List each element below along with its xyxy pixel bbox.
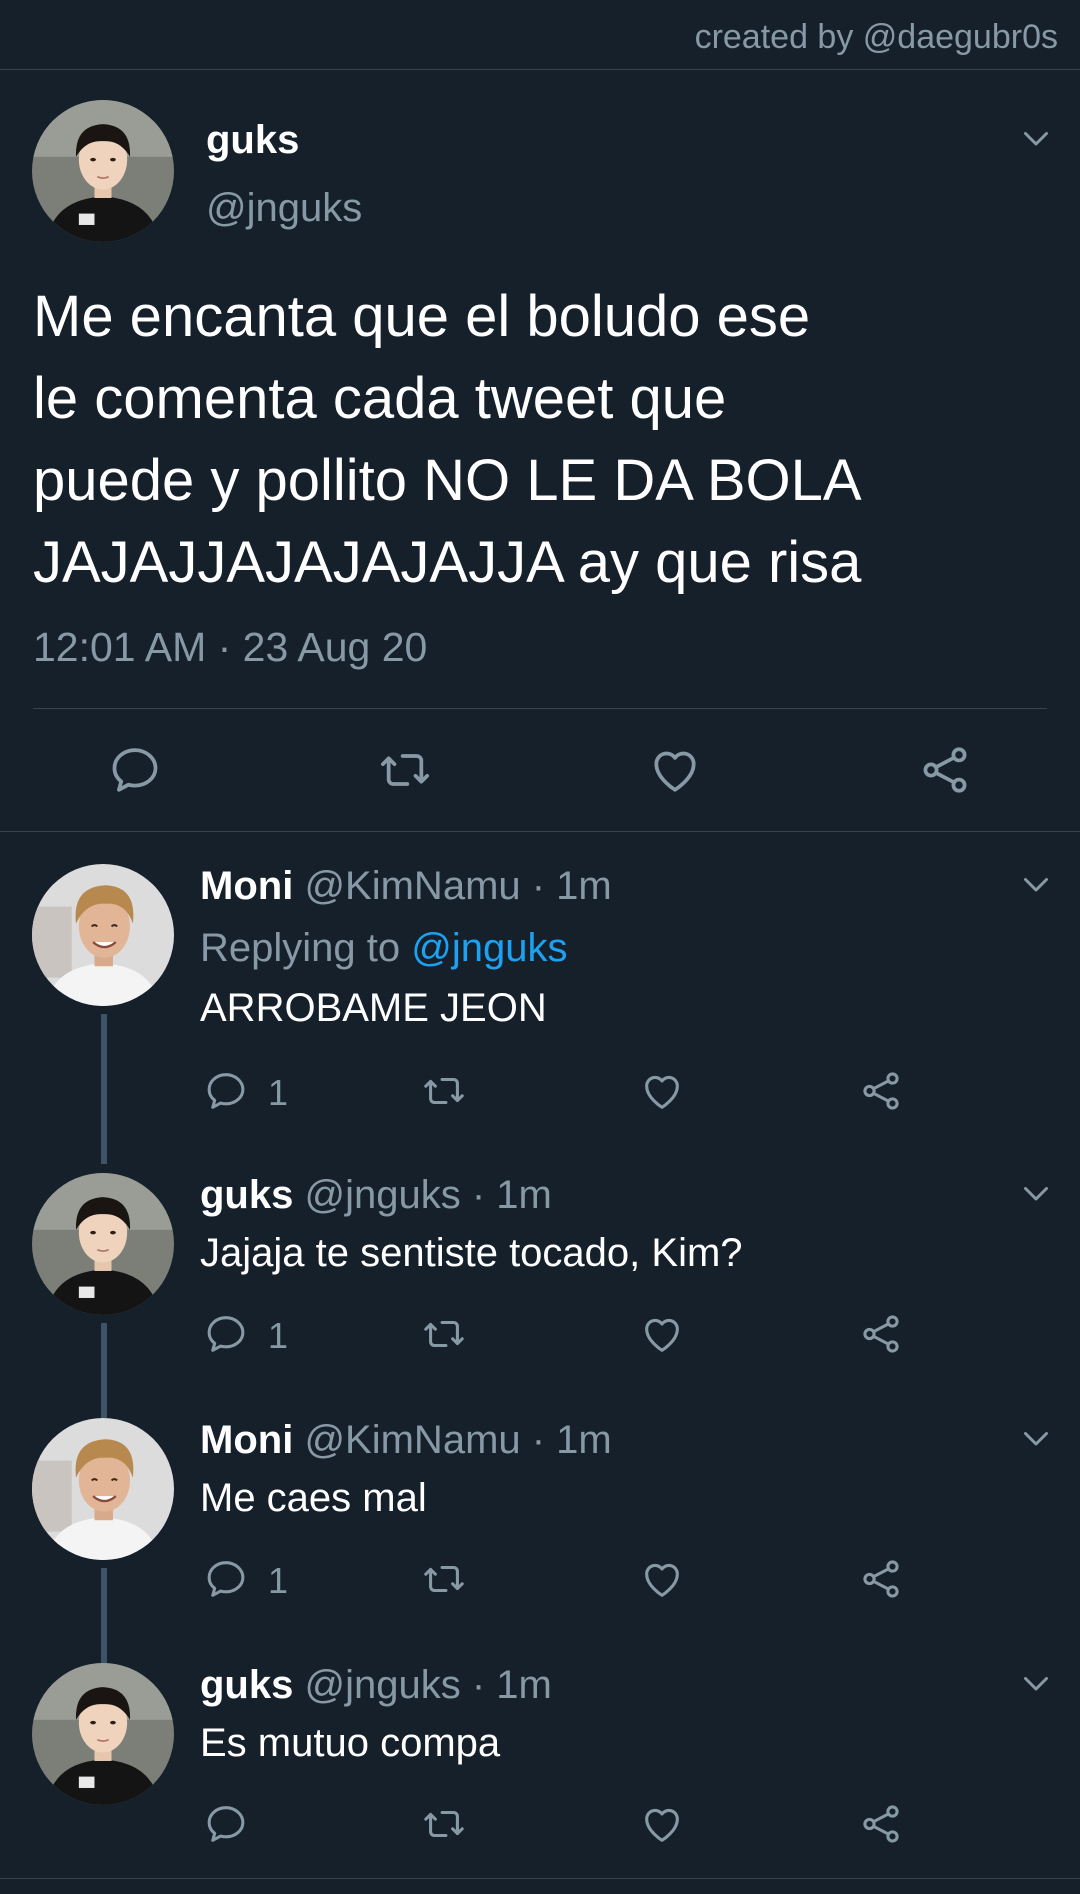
replying-label: Replying to bbox=[200, 926, 401, 970]
reply-actions: 1 bbox=[0, 1068, 1080, 1118]
author-meta: @jnguks · 1m bbox=[304, 1173, 552, 1217]
credit-bar: created by @daegubr0s bbox=[0, 0, 1080, 70]
reply-text: ARROBAME JEON bbox=[200, 986, 547, 1030]
author-name[interactable]: Moni bbox=[200, 1418, 293, 1462]
replying-handle-link[interactable]: @jnguks bbox=[411, 926, 567, 970]
share-icon[interactable] bbox=[917, 742, 973, 798]
reply-header: Moni @KimNamu · 1m bbox=[200, 864, 612, 909]
reply-tweet[interactable]: guks @jnguks · 1m Jajaja te sentiste toc… bbox=[0, 1173, 1080, 1418]
reply-actions: 1 bbox=[0, 1311, 1080, 1361]
tweet-text: Me encanta que el boludo ese le comenta … bbox=[33, 284, 862, 595]
reply-actions: 1 bbox=[0, 1556, 1080, 1606]
credit-text: created by @daegubr0s bbox=[694, 18, 1058, 56]
chevron-down-icon[interactable] bbox=[1018, 1420, 1054, 1456]
author-name[interactable]: Moni bbox=[200, 864, 293, 908]
share-icon[interactable] bbox=[858, 1556, 904, 1602]
chevron-down-icon[interactable] bbox=[1018, 120, 1054, 156]
retweet-icon[interactable] bbox=[377, 742, 433, 798]
avatar[interactable] bbox=[32, 1663, 174, 1805]
author-meta: @KimNamu · 1m bbox=[304, 864, 612, 908]
author-name[interactable]: guks bbox=[206, 118, 299, 163]
reply-header: guks @jnguks · 1m bbox=[200, 1663, 552, 1708]
retweet-icon[interactable] bbox=[421, 1311, 467, 1357]
like-icon[interactable] bbox=[647, 742, 703, 798]
chevron-down-icon[interactable] bbox=[1018, 866, 1054, 902]
tweet-actions bbox=[0, 742, 1080, 812]
reply-icon[interactable] bbox=[107, 742, 163, 798]
like-icon[interactable] bbox=[639, 1556, 685, 1602]
reply-icon[interactable] bbox=[203, 1801, 249, 1847]
author-name[interactable]: guks bbox=[200, 1173, 293, 1217]
reply-header: guks @jnguks · 1m bbox=[200, 1173, 552, 1218]
reply-tweet[interactable]: guks @jnguks · 1m Es mutuo compa bbox=[0, 1663, 1080, 1878]
divider bbox=[33, 708, 1047, 709]
retweet-icon[interactable] bbox=[421, 1068, 467, 1114]
author-name[interactable]: guks bbox=[200, 1663, 293, 1707]
reply-text: Me caes mal bbox=[200, 1476, 427, 1520]
reply-tweet[interactable]: Moni @KimNamu · 1m Replying to @jnguks A… bbox=[0, 864, 1080, 1164]
avatar[interactable] bbox=[32, 864, 174, 1006]
tweet-timestamp[interactable]: 12:01 AM · 23 Aug 20 bbox=[33, 624, 427, 671]
reply-count: 1 bbox=[268, 1072, 289, 1113]
retweet-icon[interactable] bbox=[421, 1556, 467, 1602]
author-meta: @jnguks · 1m bbox=[304, 1663, 552, 1707]
reply-count: 1 bbox=[268, 1560, 289, 1601]
divider bbox=[0, 1878, 1080, 1879]
share-icon[interactable] bbox=[858, 1311, 904, 1357]
author-meta: @KimNamu · 1m bbox=[304, 1418, 612, 1462]
avatar[interactable] bbox=[32, 1173, 174, 1315]
main-tweet: guks @jnguks Me encanta que el boludo es… bbox=[0, 70, 1080, 832]
reply-text: Jajaja te sentiste tocado, Kim? bbox=[200, 1231, 743, 1275]
reply-actions bbox=[0, 1801, 1080, 1851]
like-icon[interactable] bbox=[639, 1311, 685, 1357]
share-icon[interactable] bbox=[858, 1801, 904, 1847]
reply-count: 1 bbox=[268, 1315, 289, 1356]
chevron-down-icon[interactable] bbox=[1018, 1175, 1054, 1211]
reply-icon[interactable] bbox=[203, 1556, 249, 1602]
reply-header: Moni @KimNamu · 1m bbox=[200, 1418, 612, 1463]
author-handle[interactable]: @jnguks bbox=[206, 186, 362, 231]
avatar[interactable] bbox=[32, 1418, 174, 1560]
reply-tweet[interactable]: Moni @KimNamu · 1m Me caes mal 1 bbox=[0, 1418, 1080, 1663]
retweet-icon[interactable] bbox=[421, 1801, 467, 1847]
replying-to: Replying to @jnguks bbox=[200, 926, 567, 971]
like-icon[interactable] bbox=[639, 1068, 685, 1114]
reply-icon[interactable] bbox=[203, 1068, 249, 1114]
reply-text: Es mutuo compa bbox=[200, 1721, 501, 1765]
avatar[interactable] bbox=[32, 100, 174, 242]
share-icon[interactable] bbox=[858, 1068, 904, 1114]
chevron-down-icon[interactable] bbox=[1018, 1665, 1054, 1701]
like-icon[interactable] bbox=[639, 1801, 685, 1847]
reply-icon[interactable] bbox=[203, 1311, 249, 1357]
